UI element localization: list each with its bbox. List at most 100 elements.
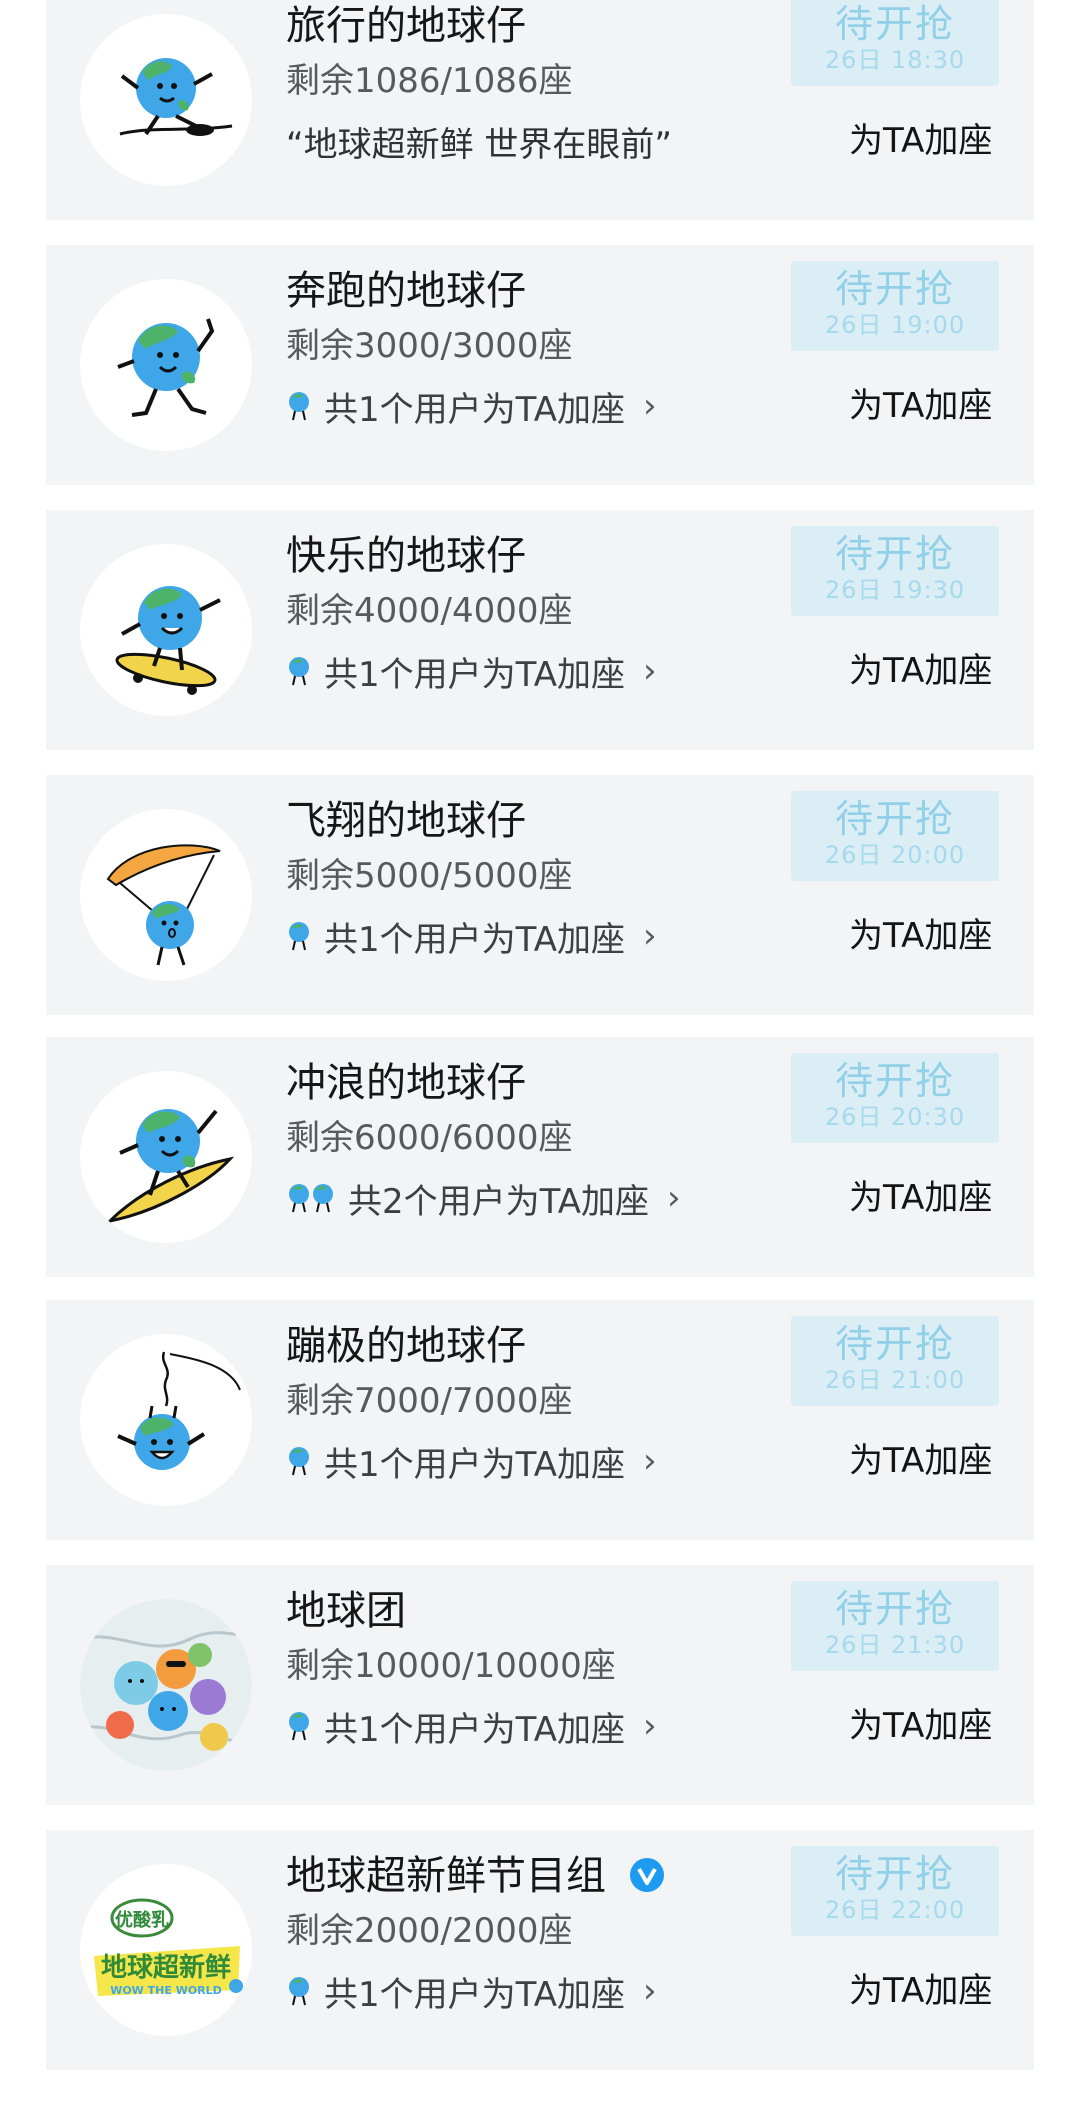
item-title: 快乐的地球仔 <box>286 533 526 579</box>
show-logo-icon: 优酸乳 地球超新鲜 WOW THE WORLD <box>80 1864 252 2036</box>
user-count-link[interactable]: 共1个用户为TA加座 › <box>286 383 657 430</box>
list-item[interactable]: 冲浪的地球仔 剩余6000/6000座 共2个用户为TA加座 › 待开抢 26日… <box>46 1037 1034 1277</box>
button-label: 待开抢 <box>834 1059 955 1103</box>
list-item[interactable]: 快乐的地球仔 剩余4000/4000座 共1个用户为TA加座 › 待开抢 26日… <box>46 510 1034 750</box>
item-title-text: 地球超新鲜节目组 <box>286 1853 606 1899</box>
item-title: 蹦极的地球仔 <box>286 1323 526 1369</box>
button-label: 待开抢 <box>834 797 955 841</box>
pending-grab-button[interactable]: 待开抢 26日 18:30 <box>791 0 999 86</box>
user-avatar-icon <box>289 1977 309 2006</box>
add-seat-button[interactable]: 为TA加座 <box>849 1175 992 1221</box>
list-item[interactable]: 优酸乳 地球超新鲜 WOW THE WORLD 地球超新鲜节目组 剩余2000/… <box>46 1830 1034 2070</box>
pending-grab-button[interactable]: 待开抢 26日 22:00 <box>791 1846 999 1936</box>
earth-paraglider-icon <box>80 809 252 981</box>
user-count-link[interactable]: 共1个用户为TA加座 › <box>286 913 657 960</box>
add-seat-button[interactable]: 为TA加座 <box>849 383 992 429</box>
button-label: 待开抢 <box>834 532 955 576</box>
earth-skateboard-icon <box>80 544 252 716</box>
pending-grab-button[interactable]: 待开抢 26日 21:30 <box>791 1581 999 1671</box>
item-title: 地球超新鲜节目组 <box>286 1850 665 1902</box>
add-seat-button[interactable]: 为TA加座 <box>849 648 992 694</box>
button-time: 26日 19:00 <box>824 311 966 339</box>
user-count-text: 共1个用户为TA加座 <box>324 389 626 430</box>
add-seat-button[interactable]: 为TA加座 <box>849 1703 992 1749</box>
seat-count: 剩余7000/7000座 <box>286 1381 573 1421</box>
list-item[interactable]: 蹦极的地球仔 剩余7000/7000座 共1个用户为TA加座 › 待开抢 26日… <box>46 1300 1034 1540</box>
button-label: 待开抢 <box>834 1852 955 1896</box>
list-item[interactable]: 奔跑的地球仔 剩余3000/3000座 共1个用户为TA加座 › 待开抢 26日… <box>46 245 1034 485</box>
button-time: 26日 20:00 <box>824 841 966 869</box>
button-time: 26日 19:30 <box>824 576 966 604</box>
seat-count: 剩余3000/3000座 <box>286 326 573 366</box>
seat-count: 剩余4000/4000座 <box>286 591 573 631</box>
logo-subtitle-text: WOW THE WORLD <box>110 1984 222 1997</box>
user-avatar-icon <box>289 1712 309 1741</box>
user-avatars <box>286 389 310 423</box>
logo-brand-text: 优酸乳 <box>115 1909 169 1931</box>
user-avatars <box>286 1974 310 2008</box>
button-time: 26日 20:30 <box>824 1103 966 1131</box>
item-title: 地球团 <box>286 1588 406 1634</box>
chevron-right-icon: › <box>643 1441 657 1481</box>
user-count-link[interactable]: 共2个用户为TA加座 › <box>286 1175 681 1222</box>
seat-count: 剩余6000/6000座 <box>286 1118 573 1158</box>
button-label: 待开抢 <box>834 2 955 46</box>
user-count-text: 共1个用户为TA加座 <box>324 1974 626 2015</box>
user-avatar-icon <box>313 1184 333 1213</box>
chevron-right-icon: › <box>643 1971 657 2011</box>
user-count-link[interactable]: 共1个用户为TA加座 › <box>286 1438 657 1485</box>
list-item[interactable]: 飞翔的地球仔 剩余5000/5000座 共1个用户为TA加座 › 待开抢 26日… <box>46 775 1034 1015</box>
user-avatar-icon <box>289 657 309 686</box>
item-subline: “地球超新鲜 世界在眼前” <box>286 118 673 165</box>
user-count-link[interactable]: 共1个用户为TA加座 › <box>286 1968 657 2015</box>
earth-walking-icon <box>80 14 252 186</box>
logo-title-text: 地球超新鲜 <box>101 1952 231 1983</box>
user-avatars <box>286 1709 310 1743</box>
button-label: 待开抢 <box>834 267 955 311</box>
seat-count: 剩余5000/5000座 <box>286 856 573 896</box>
add-seat-button[interactable]: 为TA加座 <box>849 1438 992 1484</box>
user-avatars <box>286 1181 334 1215</box>
item-title: 奔跑的地球仔 <box>286 268 526 314</box>
user-count-text: 共1个用户为TA加座 <box>324 1709 626 1750</box>
add-seat-button[interactable]: 为TA加座 <box>849 118 992 164</box>
button-time: 26日 21:30 <box>824 1631 966 1659</box>
pending-grab-button[interactable]: 待开抢 26日 19:00 <box>791 261 999 351</box>
user-avatar-icon <box>289 1447 309 1476</box>
user-count-link[interactable]: 共1个用户为TA加座 › <box>286 1703 657 1750</box>
chevron-right-icon: › <box>643 1706 657 1746</box>
add-seat-button[interactable]: 为TA加座 <box>849 913 992 959</box>
add-seat-button[interactable]: 为TA加座 <box>849 1968 992 2014</box>
item-title: 冲浪的地球仔 <box>286 1060 526 1106</box>
button-label: 待开抢 <box>834 1322 955 1366</box>
slogan-text: “地球超新鲜 世界在眼前” <box>286 124 673 165</box>
button-time: 26日 21:00 <box>824 1366 966 1394</box>
user-avatar-icon <box>289 922 309 951</box>
user-count-text: 共1个用户为TA加座 <box>324 919 626 960</box>
earth-surfing-icon <box>80 1071 252 1243</box>
pending-grab-button[interactable]: 待开抢 26日 20:00 <box>791 791 999 881</box>
user-avatars <box>286 654 310 688</box>
earth-bungee-icon <box>80 1334 252 1506</box>
list-item[interactable]: 地球团 剩余10000/10000座 共1个用户为TA加座 › 待开抢 26日 … <box>46 1565 1034 1805</box>
user-count-text: 共2个用户为TA加座 <box>348 1181 650 1222</box>
item-title: 旅行的地球仔 <box>286 3 526 49</box>
verified-badge-icon <box>629 1858 664 1892</box>
chevron-right-icon: › <box>667 1178 681 1218</box>
earth-running-icon <box>80 279 252 451</box>
pending-grab-button[interactable]: 待开抢 26日 21:00 <box>791 1316 999 1406</box>
button-time: 26日 18:30 <box>824 46 966 74</box>
button-time: 26日 22:00 <box>824 1896 966 1924</box>
pending-grab-button[interactable]: 待开抢 26日 19:30 <box>791 526 999 616</box>
button-label: 待开抢 <box>834 1587 955 1631</box>
item-title: 飞翔的地球仔 <box>286 798 526 844</box>
list-item[interactable]: 旅行的地球仔 剩余1086/1086座 “地球超新鲜 世界在眼前” 待开抢 26… <box>46 0 1034 220</box>
seat-count: 剩余2000/2000座 <box>286 1911 573 1951</box>
user-count-link[interactable]: 共1个用户为TA加座 › <box>286 648 657 695</box>
pending-grab-button[interactable]: 待开抢 26日 20:30 <box>791 1053 999 1143</box>
chevron-right-icon: › <box>643 651 657 691</box>
user-count-text: 共1个用户为TA加座 <box>324 1444 626 1485</box>
chevron-right-icon: › <box>643 916 657 956</box>
chevron-right-icon: › <box>643 386 657 426</box>
user-count-text: 共1个用户为TA加座 <box>324 654 626 695</box>
